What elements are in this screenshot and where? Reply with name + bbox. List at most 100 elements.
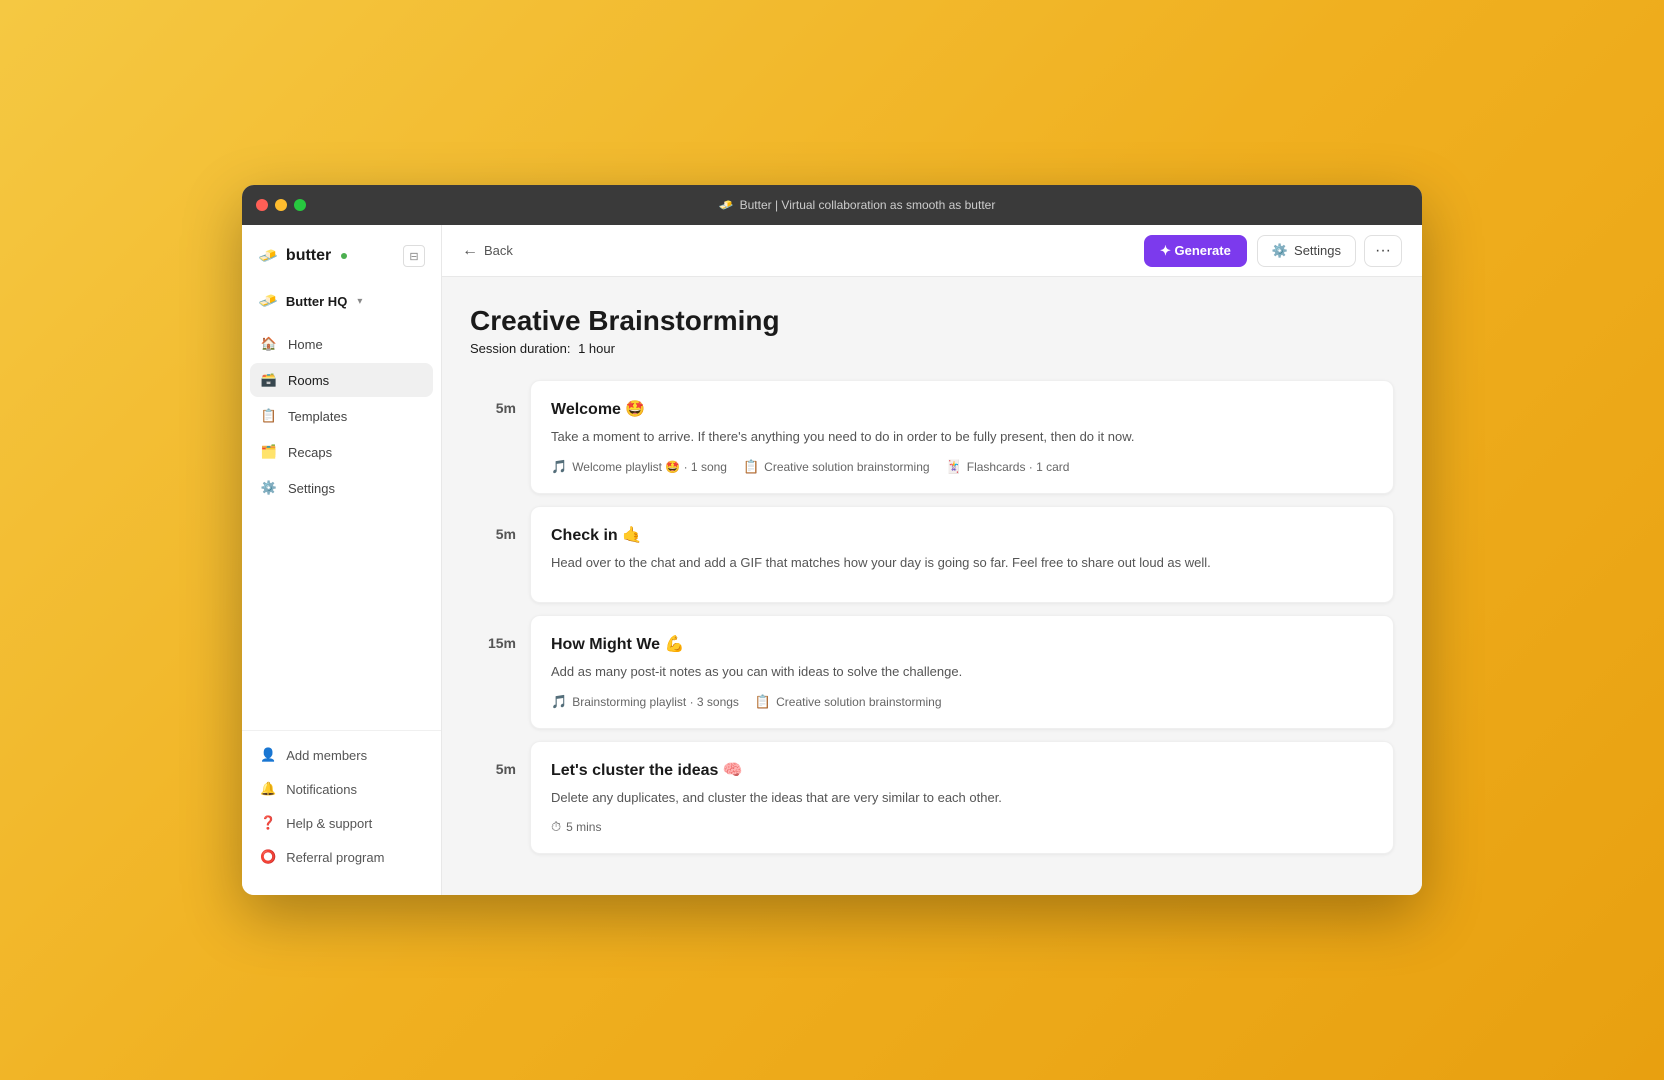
agenda-tag: 🎵 Brainstorming playlist · 3 songs bbox=[551, 694, 739, 710]
sidebar-item-templates[interactable]: 📋 Templates bbox=[250, 399, 433, 433]
agenda-card[interactable]: Check in 🤙 Head over to the chat and add… bbox=[530, 506, 1394, 604]
session-duration: Session duration: 1 hour bbox=[470, 341, 1394, 356]
tag-icon: 📋 bbox=[755, 694, 771, 710]
sidebar: 🧈 butter ⊟ 🧈 Butter HQ ▾ 🏠 Home bbox=[242, 225, 442, 895]
agenda-card-title: Welcome 🤩 bbox=[551, 399, 1373, 419]
recaps-icon: 🗂️ bbox=[260, 443, 278, 461]
add-members-button[interactable]: 👤 Add members bbox=[250, 739, 433, 771]
agenda-time: 5m bbox=[470, 741, 530, 855]
tag-icon: 🎵 bbox=[551, 694, 567, 710]
more-options-button[interactable]: ··· bbox=[1364, 235, 1402, 267]
sidebar-logo: 🧈 butter ⊟ bbox=[242, 237, 441, 283]
templates-icon: 📋 bbox=[260, 407, 278, 425]
agenda-card[interactable]: How Might We 💪 Add as many post-it notes… bbox=[530, 615, 1394, 729]
agenda-card-desc: Add as many post-it notes as you can wit… bbox=[551, 662, 1373, 682]
settings-label: Settings bbox=[1294, 243, 1341, 258]
add-members-icon: 👤 bbox=[260, 747, 276, 763]
minimize-button[interactable] bbox=[275, 199, 287, 211]
sidebar-item-rooms[interactable]: 🗃️ Rooms bbox=[250, 363, 433, 397]
agenda-tag: 🃏 Flashcards · 1 card bbox=[946, 459, 1070, 475]
add-members-label: Add members bbox=[286, 748, 367, 763]
sidebar-item-label: Rooms bbox=[288, 373, 329, 388]
agenda-tag: 🎵 Welcome playlist 🤩 · 1 song bbox=[551, 459, 727, 475]
sidebar-bottom: 👤 Add members 🔔 Notifications ❓ Help & s… bbox=[242, 730, 441, 883]
status-dot bbox=[341, 253, 347, 259]
agenda-card-title: Let's cluster the ideas 🧠 bbox=[551, 760, 1373, 780]
agenda-time: 5m bbox=[470, 506, 530, 604]
agenda-tags: 🎵 Welcome playlist 🤩 · 1 song 📋 Creative… bbox=[551, 459, 1373, 475]
tag-icon: 🃏 bbox=[946, 459, 962, 475]
agenda-card[interactable]: Let's cluster the ideas 🧠 Delete any dup… bbox=[530, 741, 1394, 855]
help-icon: ❓ bbox=[260, 815, 276, 831]
tag-icon: 🎵 bbox=[551, 459, 567, 475]
collapse-sidebar-button[interactable]: ⊟ bbox=[403, 245, 425, 267]
settings-nav-icon: ⚙️ bbox=[260, 479, 278, 497]
back-button[interactable]: ← Back bbox=[462, 242, 513, 260]
more-icon: ··· bbox=[1375, 242, 1391, 259]
close-button[interactable] bbox=[256, 199, 268, 211]
help-label: Help & support bbox=[286, 816, 372, 831]
notifications-icon: 🔔 bbox=[260, 781, 276, 797]
agenda-card-desc: Take a moment to arrive. If there's anyt… bbox=[551, 427, 1373, 447]
settings-button[interactable]: ⚙️ Settings bbox=[1257, 235, 1356, 267]
timer-icon: ⏱ bbox=[551, 819, 561, 835]
agenda-tags: ⏱ 5 mins bbox=[551, 819, 1373, 835]
agenda-tag: 📋 Creative solution brainstorming bbox=[743, 459, 930, 475]
sidebar-nav: 🏠 Home 🗃️ Rooms 📋 Templates 🗂️ Recaps ⚙️ bbox=[242, 327, 441, 730]
titlebar-text: Butter | Virtual collaboration as smooth… bbox=[740, 198, 996, 212]
titlebar-title: 🧈 Butter | Virtual collaboration as smoo… bbox=[306, 198, 1408, 212]
logo-icon: 🧈 bbox=[258, 246, 278, 266]
main-content: ← Back ✦ Generate ⚙️ Settings ··· Creati… bbox=[442, 225, 1422, 895]
agenda-item: 15m How Might We 💪 Add as many post-it n… bbox=[470, 615, 1394, 729]
agenda-card-desc: Delete any duplicates, and cluster the i… bbox=[551, 788, 1373, 808]
agenda-card-title: Check in 🤙 bbox=[551, 525, 1373, 545]
agenda-item: 5m Check in 🤙 Head over to the chat and … bbox=[470, 506, 1394, 604]
notifications-button[interactable]: 🔔 Notifications bbox=[250, 773, 433, 805]
tag-label: 5 mins bbox=[566, 820, 601, 834]
logo-text: butter bbox=[286, 247, 331, 265]
workspace-selector[interactable]: 🧈 Butter HQ ▾ bbox=[242, 283, 441, 319]
agenda-card-title: How Might We 💪 bbox=[551, 634, 1373, 654]
notifications-label: Notifications bbox=[286, 782, 357, 797]
workspace-chevron-icon: ▾ bbox=[357, 296, 362, 307]
sidebar-item-recaps[interactable]: 🗂️ Recaps bbox=[250, 435, 433, 469]
titlebar: 🧈 Butter | Virtual collaboration as smoo… bbox=[242, 185, 1422, 225]
home-icon: 🏠 bbox=[260, 335, 278, 353]
generate-button[interactable]: ✦ Generate bbox=[1144, 235, 1247, 267]
agenda-time: 5m bbox=[470, 380, 530, 494]
tag-label: Creative solution brainstorming bbox=[776, 695, 941, 709]
app-body: 🧈 butter ⊟ 🧈 Butter HQ ▾ 🏠 Home bbox=[242, 225, 1422, 895]
agenda-tag: 📋 Creative solution brainstorming bbox=[755, 694, 942, 710]
tag-label: Creative solution brainstorming bbox=[764, 460, 929, 474]
referral-icon: ⭕ bbox=[260, 849, 276, 865]
back-label: Back bbox=[484, 243, 513, 258]
tag-label: Brainstorming playlist · 3 songs bbox=[572, 695, 739, 709]
referral-label: Referral program bbox=[286, 850, 384, 865]
settings-gear-icon: ⚙️ bbox=[1272, 243, 1288, 259]
sidebar-item-label: Settings bbox=[288, 481, 335, 496]
tag-label: Welcome playlist 🤩 · 1 song bbox=[572, 460, 727, 474]
agenda-tags: 🎵 Brainstorming playlist · 3 songs 📋 Cre… bbox=[551, 694, 1373, 710]
agenda-item: 5m Let's cluster the ideas 🧠 Delete any … bbox=[470, 741, 1394, 855]
agenda-tag: ⏱ 5 mins bbox=[551, 819, 601, 835]
sidebar-item-label: Home bbox=[288, 337, 323, 352]
agenda-item: 5m Welcome 🤩 Take a moment to arrive. If… bbox=[470, 380, 1394, 494]
workspace-icon: 🧈 bbox=[258, 291, 278, 311]
sidebar-item-label: Templates bbox=[288, 409, 347, 424]
rooms-icon: 🗃️ bbox=[260, 371, 278, 389]
agenda-card-desc: Head over to the chat and add a GIF that… bbox=[551, 553, 1373, 573]
collapse-icon: ⊟ bbox=[409, 250, 418, 263]
help-support-button[interactable]: ❓ Help & support bbox=[250, 807, 433, 839]
titlebar-emoji: 🧈 bbox=[719, 198, 734, 212]
agenda-card[interactable]: Welcome 🤩 Take a moment to arrive. If th… bbox=[530, 380, 1394, 494]
maximize-button[interactable] bbox=[294, 199, 306, 211]
tag-icon: 📋 bbox=[743, 459, 759, 475]
agenda-list: 5m Welcome 🤩 Take a moment to arrive. If… bbox=[470, 380, 1394, 854]
referral-program-button[interactable]: ⭕ Referral program bbox=[250, 841, 433, 873]
page-title: Creative Brainstorming bbox=[470, 305, 1394, 337]
sidebar-item-settings[interactable]: ⚙️ Settings bbox=[250, 471, 433, 505]
content-area[interactable]: Creative Brainstorming Session duration:… bbox=[442, 277, 1422, 895]
workspace-name: Butter HQ bbox=[286, 294, 347, 309]
sidebar-item-home[interactable]: 🏠 Home bbox=[250, 327, 433, 361]
session-duration-label: Session duration: bbox=[470, 341, 570, 356]
